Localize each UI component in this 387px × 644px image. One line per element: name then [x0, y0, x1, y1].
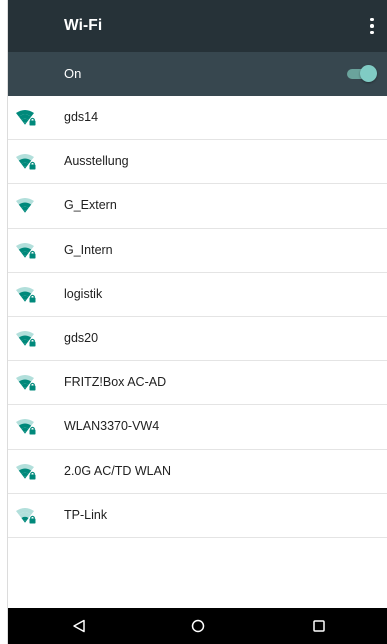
wifi-network-row[interactable]: FRITZ!Box AC-AD — [8, 361, 387, 406]
wifi-secured-icon — [15, 330, 37, 348]
menu-dot — [370, 17, 374, 22]
home-button[interactable] — [168, 608, 228, 644]
recent-apps-square-icon — [313, 620, 325, 632]
wifi-network-row[interactable]: G_Extern — [8, 184, 387, 229]
wifi-network-ssid: FRITZ!Box AC-AD — [64, 375, 167, 390]
menu-dot — [370, 24, 374, 28]
app-toolbar: Wi-Fi — [8, 0, 387, 52]
wifi-secured-icon — [15, 463, 37, 481]
wifi-state-label: On — [64, 66, 82, 81]
wifi-open-icon — [15, 197, 37, 215]
wifi-secured-icon — [15, 242, 37, 260]
more-vert-icon[interactable] — [363, 12, 381, 40]
wifi-secured-icon — [15, 286, 37, 304]
wifi-network-row[interactable]: TP-Link — [8, 493, 387, 538]
wifi-network-row[interactable]: 2.0G AC/TD WLAN — [8, 449, 387, 494]
home-circle-icon — [191, 619, 205, 633]
wifi-network-ssid: gds14 — [64, 110, 99, 124]
back-triangle-icon — [73, 619, 85, 633]
wifi-network-ssid: Ausstellung — [64, 154, 129, 169]
wifi-network-ssid: G_Intern — [64, 242, 113, 257]
screen: Wi-Fi On gds14 Ausstellung G_Extern G_Inter… — [0, 0, 387, 644]
wifi-toggle-switch[interactable] — [347, 65, 377, 83]
left-frame-edge — [0, 0, 8, 644]
wifi-network-ssid: 2.0G AC/TD WLAN — [64, 463, 171, 478]
wifi-secured-icon — [15, 418, 37, 436]
wifi-network-row[interactable]: logistik — [8, 272, 387, 317]
wifi-network-row[interactable]: gds14 — [8, 96, 387, 141]
wifi-secured-icon — [15, 507, 37, 525]
wifi-master-switch-bar[interactable]: On — [8, 52, 387, 96]
page-title: Wi-Fi — [64, 17, 103, 34]
switch-thumb — [360, 65, 377, 82]
wifi-network-row[interactable]: WLAN3370-VW4 — [8, 405, 387, 450]
wifi-settings-app: Wi-Fi On gds14 Ausstellung G_Extern G_Inter… — [8, 0, 387, 644]
wifi-network-row[interactable]: Ausstellung — [8, 140, 387, 185]
system-navigation-bar — [8, 608, 387, 644]
back-button[interactable] — [49, 608, 109, 644]
wifi-secured-icon — [15, 153, 37, 171]
wifi-network-ssid: logistik — [64, 286, 103, 301]
wifi-network-ssid: gds20 — [64, 330, 99, 345]
menu-dot — [370, 30, 374, 35]
wifi-secured-icon — [15, 374, 37, 392]
wifi-network-ssid: G_Extern — [64, 198, 117, 213]
wifi-secured-icon — [15, 109, 37, 127]
wifi-network-row[interactable]: gds20 — [8, 316, 387, 362]
wifi-network-row[interactable]: G_Intern — [8, 228, 387, 273]
wifi-network-ssid: TP-Link — [64, 507, 108, 522]
wifi-network-ssid: WLAN3370-VW4 — [64, 419, 160, 434]
wifi-network-list: gds14 Ausstellung G_Extern G_Intern logistik… — [8, 96, 387, 538]
recent-apps-button[interactable] — [289, 608, 349, 644]
